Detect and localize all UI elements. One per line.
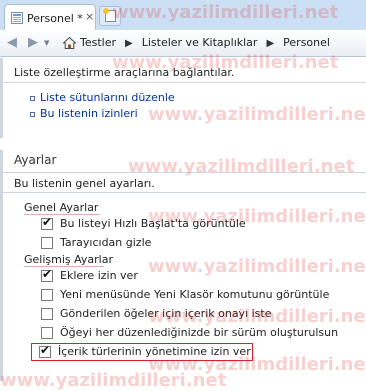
forward-arrow-icon[interactable]: ▶ <box>25 35 41 51</box>
checkmark-icon: ✔ <box>40 343 51 357</box>
breadcrumb-testler[interactable]: Testler <box>80 36 116 49</box>
general-settings-heading: Genel Ayarlar <box>24 201 99 214</box>
panel-divider <box>0 82 366 83</box>
breadcrumb: Testler ▶ Listeler ve Kitaplıklar ▶ Personel <box>80 36 334 49</box>
settings-subtitle: Bu listenin genel ayarları. <box>14 177 155 190</box>
allow-attachments-label: Eklere izin ver <box>60 269 138 282</box>
checkmark-icon: ✔ <box>42 215 53 229</box>
breadcrumb-listeler[interactable]: Listeler ve Kitaplıklar <box>142 36 258 49</box>
versioning-checkbox[interactable] <box>41 327 53 339</box>
bullet-icon <box>30 96 35 101</box>
panel-description: Liste özelleştirme araçlarına bağlantıla… <box>14 66 235 79</box>
new-tab-button[interactable] <box>99 6 121 26</box>
breadcrumb-personel[interactable]: Personel <box>283 36 330 49</box>
tab-title: Personel * <box>27 12 83 25</box>
advanced-heading-rule <box>24 266 104 267</box>
back-arrow-icon[interactable]: ◀ <box>4 35 20 51</box>
content-types-label: İçerik türlerinin yönetimine izin ver <box>58 345 251 358</box>
quick-launch-label: Bu listeyi Hızlı Başlat'ta görüntüle <box>60 217 246 230</box>
home-icon[interactable] <box>63 37 76 49</box>
edit-columns-link[interactable]: Liste sütunlarını düzenle <box>40 91 175 104</box>
bullet-icon <box>30 112 35 117</box>
content-approval-label: Gönderilen öğeler için içerik onayı iste <box>60 307 272 320</box>
panel-left-border <box>0 58 3 138</box>
versioning-label: Öğeyi her düzenlediğinizde bir sürüm olu… <box>60 326 339 339</box>
new-tab-icon <box>103 8 116 22</box>
close-icon[interactable]: × <box>85 10 94 23</box>
settings-title: Ayarlar <box>14 153 57 167</box>
history-dropdown-icon[interactable]: ▼ <box>44 39 49 47</box>
settings-left-border <box>0 150 3 381</box>
breadcrumb-separator-icon[interactable]: ▶ <box>125 38 133 49</box>
watermark: www.yazilimdilleri.net <box>148 104 366 125</box>
watermark: www.yazilimdilleri.net <box>128 156 355 177</box>
settings-title-divider <box>0 172 366 173</box>
sharepoint-list-icon <box>11 12 23 24</box>
new-folder-command-checkbox[interactable] <box>41 289 53 301</box>
settings-subtitle-divider <box>0 192 366 193</box>
hide-from-browser-checkbox[interactable] <box>41 237 53 249</box>
general-heading-rule <box>24 214 100 215</box>
new-folder-command-label: Yeni menüsünde Yeni Klasör komutunu görü… <box>60 288 330 301</box>
advanced-settings-heading: Gelişmiş Ayarlar <box>24 253 114 266</box>
allow-attachments-checkbox[interactable]: ✔ <box>41 267 53 282</box>
tab-strip: Personel * × <box>0 0 366 30</box>
tab-personel[interactable]: Personel * × <box>4 4 96 30</box>
navigation-bar: ◀ ▶ ▼ Testler ▶ Listeler ve Kitaplıklar ▶ Pe… <box>0 30 366 57</box>
breadcrumb-separator-icon[interactable]: ▶ <box>266 38 274 49</box>
watermark: www.yazilimdilleri.net <box>148 256 366 277</box>
list-permissions-link[interactable]: Bu listenin izinleri <box>40 107 138 120</box>
content-approval-checkbox[interactable] <box>41 308 53 320</box>
content-types-checkbox[interactable]: ✔ <box>39 343 51 358</box>
quick-launch-checkbox[interactable]: ✔ <box>41 215 53 230</box>
checkmark-icon: ✔ <box>42 267 53 281</box>
hide-from-browser-label: Tarayıcıdan gizle <box>60 236 152 249</box>
